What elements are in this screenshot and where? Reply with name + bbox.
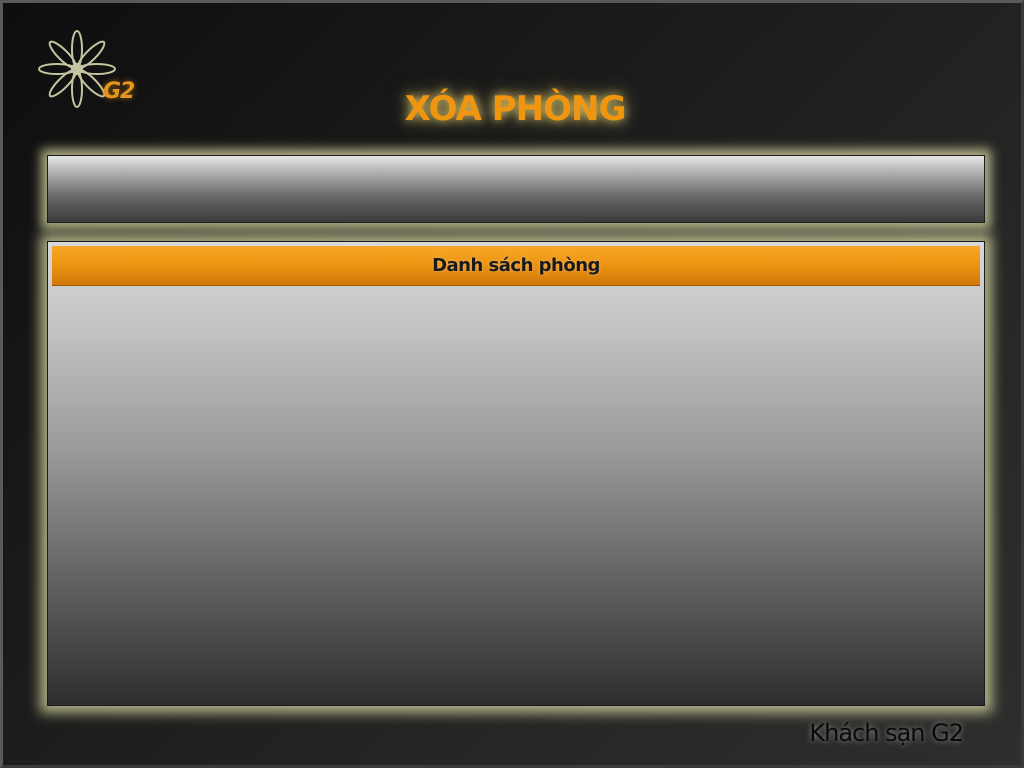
room-list-header-label: Danh sách phòng	[432, 255, 600, 276]
top-panel	[47, 155, 985, 223]
room-list-header: Danh sách phòng	[52, 246, 980, 286]
main-window: G2 XÓA PHÒNG Danh sách phòng Khách sạn G…	[0, 0, 1024, 768]
footer-label: Khách sạn G2	[809, 719, 964, 747]
room-list-panel[interactable]: Danh sách phòng	[47, 241, 985, 706]
page-title: XÓA PHÒNG	[404, 89, 627, 129]
